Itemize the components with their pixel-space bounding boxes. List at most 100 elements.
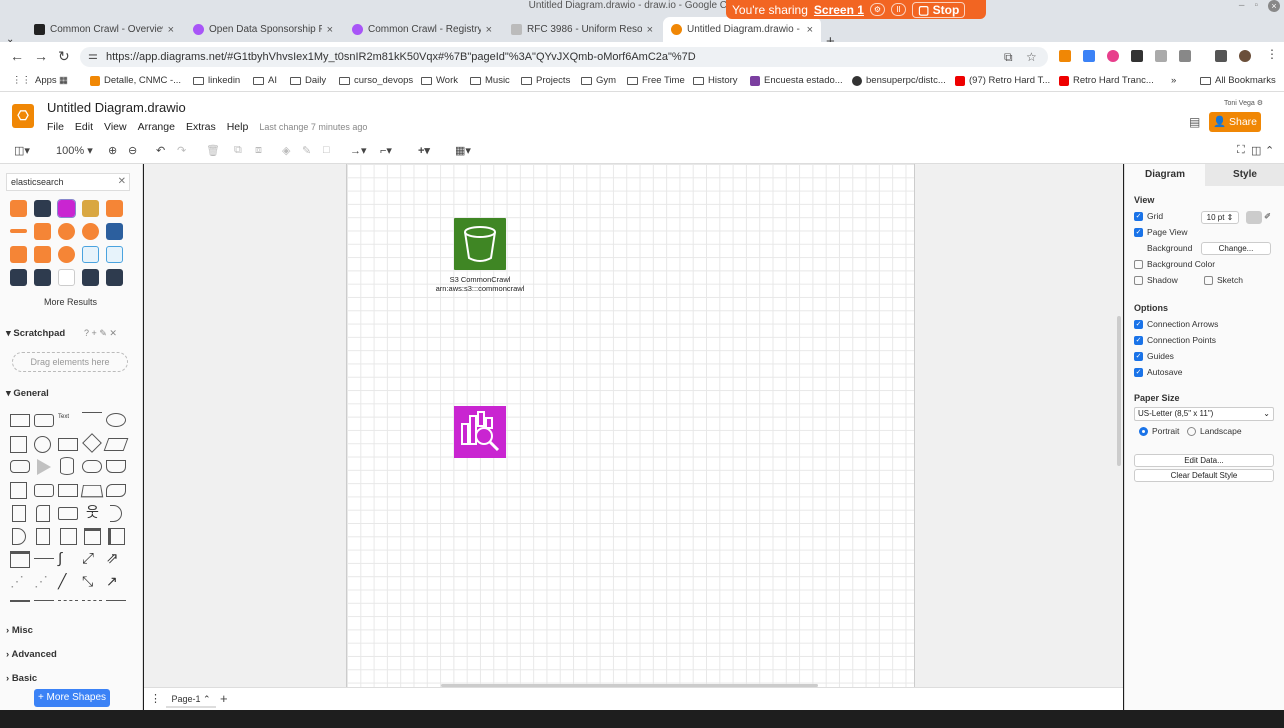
- bookmark-folder[interactable]: Projects: [521, 75, 570, 86]
- aws-opensearch-icon[interactable]: [57, 199, 76, 218]
- bookmark-folder[interactable]: curso_devops: [339, 75, 413, 86]
- note-shape[interactable]: [12, 505, 26, 522]
- advanced-header[interactable]: › Advanced: [6, 649, 57, 660]
- shape-search-input[interactable]: elasticsearch ✕: [6, 173, 130, 191]
- aws-elasticsearch-icon[interactable]: [10, 200, 27, 217]
- step-shape[interactable]: [58, 484, 78, 497]
- rectangle-shape[interactable]: [10, 414, 30, 427]
- zoom-out-icon[interactable]: ⊖: [128, 144, 137, 157]
- line-color-icon[interactable]: ✎: [302, 144, 311, 157]
- s3-bucket-label[interactable]: S3 CommonCrawl arn:aws:s3:::commoncrawl: [426, 275, 534, 293]
- browser-tab[interactable]: Open Data Sponsorship Prog... ×: [185, 17, 341, 42]
- bookmark-folder[interactable]: Daily: [290, 75, 326, 86]
- more-shapes-button[interactable]: + More Shapes: [34, 689, 110, 707]
- aws-service-icon[interactable]: [106, 200, 123, 217]
- square-shape[interactable]: [60, 528, 77, 545]
- dashed-line-shape[interactable]: ⋰: [10, 574, 30, 588]
- last-change-text[interactable]: Last change 7 minutes ago: [259, 121, 367, 133]
- bookmark-folder[interactable]: Gym: [581, 75, 616, 86]
- tape-shape[interactable]: [106, 484, 126, 497]
- swimlane-shape[interactable]: [108, 528, 125, 545]
- toggle-panel-icon[interactable]: ◫: [1251, 144, 1261, 157]
- opensearch-service-icon[interactable]: [454, 406, 506, 458]
- redo-icon[interactable]: ↷: [177, 144, 186, 157]
- delete-icon[interactable]: 🗑: [206, 144, 220, 157]
- maximize-icon[interactable]: ▫: [1254, 0, 1258, 12]
- tab-style[interactable]: Style: [1205, 164, 1284, 186]
- browser-tab-active[interactable]: Untitled Diagram.drawio - d... ×: [663, 17, 821, 42]
- aws-flow-icon[interactable]: [58, 269, 75, 286]
- extension-icon[interactable]: [1059, 50, 1071, 62]
- undo-icon[interactable]: ↶: [156, 144, 165, 157]
- more-results-button[interactable]: More Results: [44, 297, 97, 307]
- tab-close-icon[interactable]: ×: [327, 24, 333, 36]
- extension-icon[interactable]: [1131, 50, 1143, 62]
- cloud-shape[interactable]: [82, 460, 102, 473]
- bookmark-item[interactable]: (97) Retro Hard T...: [955, 75, 1050, 86]
- waypoints-icon[interactable]: ⌐▾: [380, 144, 392, 157]
- bidirectional-connector-shape[interactable]: ⤡: [82, 574, 102, 588]
- clear-default-style-button[interactable]: Clear Default Style: [1134, 469, 1274, 482]
- link-shape[interactable]: [10, 600, 30, 602]
- tab-close-icon[interactable]: ×: [486, 24, 492, 36]
- page-tab[interactable]: Page-1 ⌃: [166, 690, 216, 708]
- trapezoid-shape[interactable]: [80, 485, 104, 498]
- browser-tab[interactable]: Common Crawl - Overview ×: [26, 17, 182, 42]
- background-color-checkbox[interactable]: Background Color: [1134, 259, 1215, 269]
- diamond-shape[interactable]: [82, 433, 102, 453]
- diagram-page[interactable]: [346, 164, 915, 687]
- scratchpad-header[interactable]: ▾ Scratchpad: [6, 328, 65, 339]
- collapse-icon[interactable]: ⌃: [1265, 144, 1274, 157]
- aws-group-icon[interactable]: [106, 246, 123, 263]
- zoom-select[interactable]: 100% ▾: [56, 144, 93, 157]
- actor-shape[interactable]: 웃: [86, 505, 99, 522]
- cylinder-shape[interactable]: [60, 457, 74, 475]
- arrow-shape[interactable]: ⇗: [106, 551, 126, 566]
- extension-icon[interactable]: [1083, 50, 1095, 62]
- connection-arrows-checkbox[interactable]: ✓ Connection Arrows: [1134, 319, 1218, 329]
- table-icon[interactable]: ▦▾: [455, 144, 471, 157]
- circle-shape[interactable]: [34, 436, 51, 453]
- basic-header[interactable]: › Basic: [6, 673, 37, 684]
- grid-checkbox[interactable]: ✓ Grid: [1134, 211, 1163, 221]
- process-shape[interactable]: [58, 438, 78, 451]
- pause-icon[interactable]: II: [890, 3, 906, 16]
- comments-icon[interactable]: ▤: [1189, 115, 1200, 129]
- ellipse-shape[interactable]: [106, 413, 126, 427]
- menu-arrange[interactable]: Arrange: [138, 121, 175, 133]
- aws-node-icon[interactable]: [58, 223, 75, 240]
- grid-size-input[interactable]: 10 pt ⇕: [1201, 211, 1239, 224]
- connector-label-shape[interactable]: [58, 600, 78, 602]
- directional-connector-shape[interactable]: ↗: [106, 574, 126, 588]
- menu-view[interactable]: View: [104, 121, 127, 133]
- general-header[interactable]: ▾ General: [6, 388, 49, 399]
- format-panel-icon[interactable]: ◫▾: [14, 144, 30, 157]
- sharing-screen-link[interactable]: Screen 1: [814, 3, 864, 17]
- browser-tab[interactable]: Common Crawl - Registry of... ×: [344, 17, 500, 42]
- help-icon[interactable]: ?: [84, 328, 89, 338]
- aws-search-icon[interactable]: [34, 200, 51, 217]
- change-background-button[interactable]: Change...: [1201, 242, 1271, 255]
- shadow-icon[interactable]: □: [323, 144, 330, 156]
- connector-3-labels-shape[interactable]: [106, 600, 126, 602]
- document-title[interactable]: Untitled Diagram.drawio: [47, 100, 186, 115]
- bookmark-folder[interactable]: Work: [421, 75, 458, 86]
- aws-monitor-icon[interactable]: [82, 269, 99, 286]
- textbox-shape[interactable]: [82, 412, 102, 421]
- site-info-icon[interactable]: ⚌: [88, 49, 98, 62]
- page-view-checkbox[interactable]: ✓ Page View: [1134, 227, 1187, 237]
- bookmark-star-icon[interactable]: ☆: [1026, 50, 1037, 64]
- close-window-icon[interactable]: ×: [1268, 0, 1280, 12]
- bookmark-item[interactable]: bensuperpc/distc...: [852, 75, 946, 86]
- grid-color-button[interactable]: [1246, 211, 1262, 224]
- bookmark-item[interactable]: ▦: [59, 75, 68, 86]
- connection-points-checkbox[interactable]: ✓ Connection Points: [1134, 335, 1216, 345]
- parallelogram-shape[interactable]: [103, 438, 129, 451]
- edit-icon[interactable]: ✎: [99, 328, 107, 338]
- connector-shape[interactable]: [34, 600, 54, 602]
- hexagon-shape[interactable]: [10, 460, 30, 473]
- extension-icon[interactable]: [1155, 50, 1167, 62]
- add-icon[interactable]: +: [92, 328, 97, 338]
- chrome-menu-icon[interactable]: ⋮: [1266, 47, 1278, 61]
- cube-shape[interactable]: [34, 484, 54, 497]
